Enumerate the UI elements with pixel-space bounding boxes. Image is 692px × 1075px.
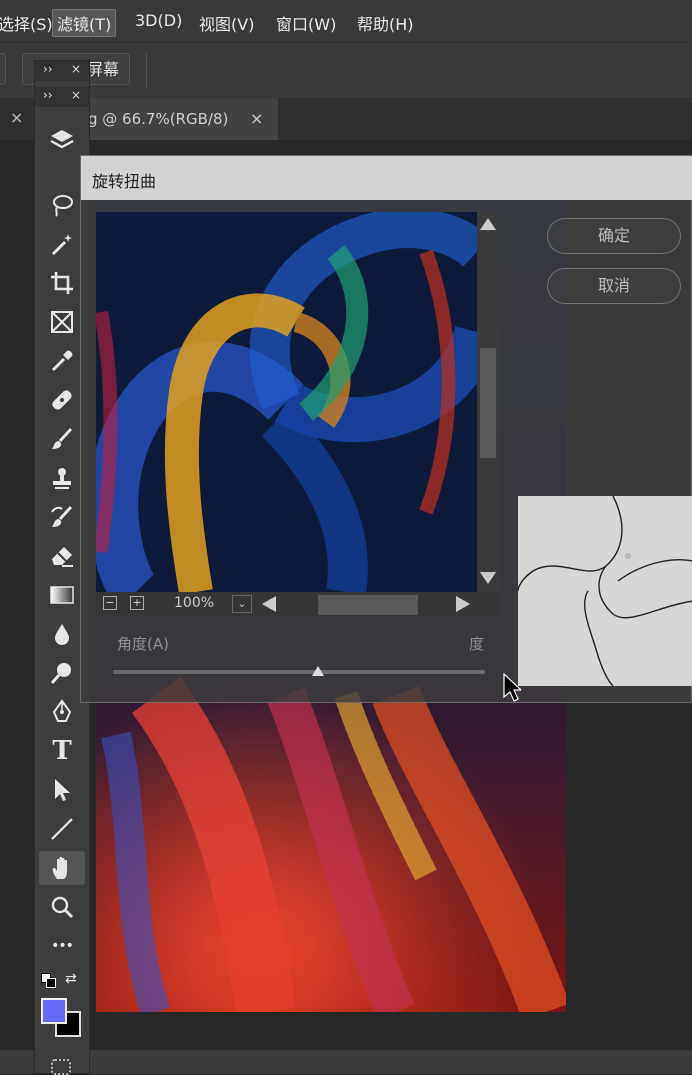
hand-tool[interactable] <box>39 851 85 885</box>
hand-icon <box>52 856 67 879</box>
dodge-icon <box>50 663 71 684</box>
zoom-level: 100% <box>174 595 215 611</box>
clone-stamp-tool[interactable] <box>39 461 85 495</box>
menu-help[interactable]: 帮助(H) <box>353 9 418 37</box>
preview-zoom-bar: − + 100% ⌄ <box>96 592 499 618</box>
layers-panel-button[interactable] <box>39 123 85 157</box>
scroll-down-arrow-icon[interactable] <box>480 572 496 584</box>
gradient-tool[interactable] <box>39 578 85 612</box>
angle-unit: 度 <box>469 635 485 653</box>
eraser-tool[interactable] <box>39 539 85 573</box>
pen-tool[interactable] <box>39 695 85 729</box>
menu-view[interactable]: 视图(V) <box>195 9 258 37</box>
path-selection-tool[interactable] <box>39 773 85 807</box>
angle-label: 角度(A) <box>117 635 169 653</box>
default-colors-icon[interactable] <box>41 973 56 988</box>
scroll-up-arrow-icon[interactable] <box>480 218 496 230</box>
frame-icon <box>51 311 73 333</box>
options-bar: 填充屏幕 <box>0 42 692 99</box>
history-brush-icon <box>51 505 73 527</box>
status-bar <box>0 1050 692 1074</box>
crop-icon <box>51 272 73 294</box>
scroll-left-arrow-icon[interactable] <box>262 596 276 612</box>
stamp-icon <box>53 468 71 489</box>
menu-window[interactable]: 窗口(W) <box>272 9 340 37</box>
healing-brush-tool[interactable] <box>39 383 85 417</box>
collapse-icon[interactable]: ›› <box>43 62 53 76</box>
document-tab-close-icon[interactable]: × <box>250 98 263 140</box>
lasso-icon <box>53 195 73 217</box>
zoom-in-icon[interactable]: + <box>130 596 144 610</box>
quick-mask-icon[interactable] <box>51 1059 71 1075</box>
options-divider <box>146 53 147 87</box>
layers-icon <box>50 130 74 149</box>
blur-drop-icon <box>55 624 69 645</box>
eyedropper-icon <box>51 350 73 372</box>
scroll-right-arrow-icon[interactable] <box>456 596 470 612</box>
menu-bar: 选择(S) 滤镜(T) 3D(D) 视图(V) 窗口(W) 帮助(H) <box>0 0 692 42</box>
pen-icon <box>52 699 72 722</box>
ellipsis-icon: ••• <box>51 938 74 954</box>
close-icon[interactable]: × <box>71 88 81 102</box>
toolbox-header-2[interactable]: ›› × <box>35 87 89 107</box>
dialog-title: 旋转扭曲 <box>92 172 157 191</box>
twirl-effect-thumbnail <box>518 496 692 686</box>
ok-button[interactable]: 确定 <box>547 218 681 254</box>
type-icon: T <box>52 736 72 766</box>
crop-tool[interactable] <box>39 266 85 300</box>
magnifier-icon <box>51 896 74 919</box>
cancel-button[interactable]: 取消 <box>547 268 681 304</box>
vertical-scroll-thumb[interactable] <box>480 348 496 458</box>
zoom-dropdown-chevron-icon[interactable]: ⌄ <box>232 595 252 613</box>
options-button-partial[interactable] <box>0 53 6 85</box>
collapse-icon[interactable]: ›› <box>43 88 53 102</box>
line-icon <box>51 818 73 840</box>
bandage-icon <box>52 390 72 410</box>
frame-tool[interactable] <box>39 305 85 339</box>
close-icon[interactable]: × <box>71 62 81 76</box>
angle-slider-handle[interactable] <box>311 666 324 676</box>
brush-icon <box>52 427 73 449</box>
lasso-tool[interactable] <box>39 188 85 222</box>
twirl-preview-image <box>96 212 477 592</box>
brush-tool[interactable] <box>39 422 85 456</box>
line-tool[interactable] <box>39 812 85 846</box>
arrow-cursor-icon <box>55 779 70 801</box>
menu-filter[interactable]: 滤镜(T) <box>52 9 117 37</box>
zoom-tool[interactable] <box>39 890 85 924</box>
document-tab-title: g @ 66.7%(RGB/8) <box>88 110 229 128</box>
document-tab-bar: × g @ 66.7%(RGB/8) × <box>0 98 692 140</box>
eraser-icon <box>52 547 73 567</box>
swap-colors-icon[interactable]: ⇄ <box>65 971 77 987</box>
toolbox-header-1[interactable]: ›› × <box>35 61 89 81</box>
dialog-title-bar[interactable]: 旋转扭曲 <box>81 156 692 200</box>
angle-slider-track[interactable] <box>113 670 485 674</box>
type-tool[interactable]: T <box>39 734 85 768</box>
previous-tab-close-icon[interactable]: × <box>10 108 23 127</box>
blur-tool[interactable] <box>39 617 85 651</box>
menu-select[interactable]: 选择(S) <box>0 9 57 37</box>
horizontal-scroll-thumb[interactable] <box>318 595 418 615</box>
history-brush-tool[interactable] <box>39 500 85 534</box>
menu-3d[interactable]: 3D(D) <box>131 9 186 32</box>
gradient-icon <box>50 586 74 604</box>
twirl-dialog: 旋转扭曲 − + 100% ⌄ 确定 取消 角度(A) 度 <box>80 155 692 703</box>
eyedropper-tool[interactable] <box>39 344 85 378</box>
dodge-tool[interactable] <box>39 656 85 690</box>
magic-wand-tool[interactable] <box>39 227 85 261</box>
preview-vertical-scrollbar[interactable] <box>477 212 499 592</box>
foreground-color-swatch[interactable] <box>41 998 67 1024</box>
more-tools-button[interactable]: ••• <box>39 929 85 963</box>
mouse-cursor-icon <box>503 673 521 702</box>
twirl-diagram <box>518 496 692 686</box>
magic-wand-icon <box>51 234 72 256</box>
filter-preview[interactable] <box>96 212 477 592</box>
zoom-out-icon[interactable]: − <box>103 596 117 610</box>
